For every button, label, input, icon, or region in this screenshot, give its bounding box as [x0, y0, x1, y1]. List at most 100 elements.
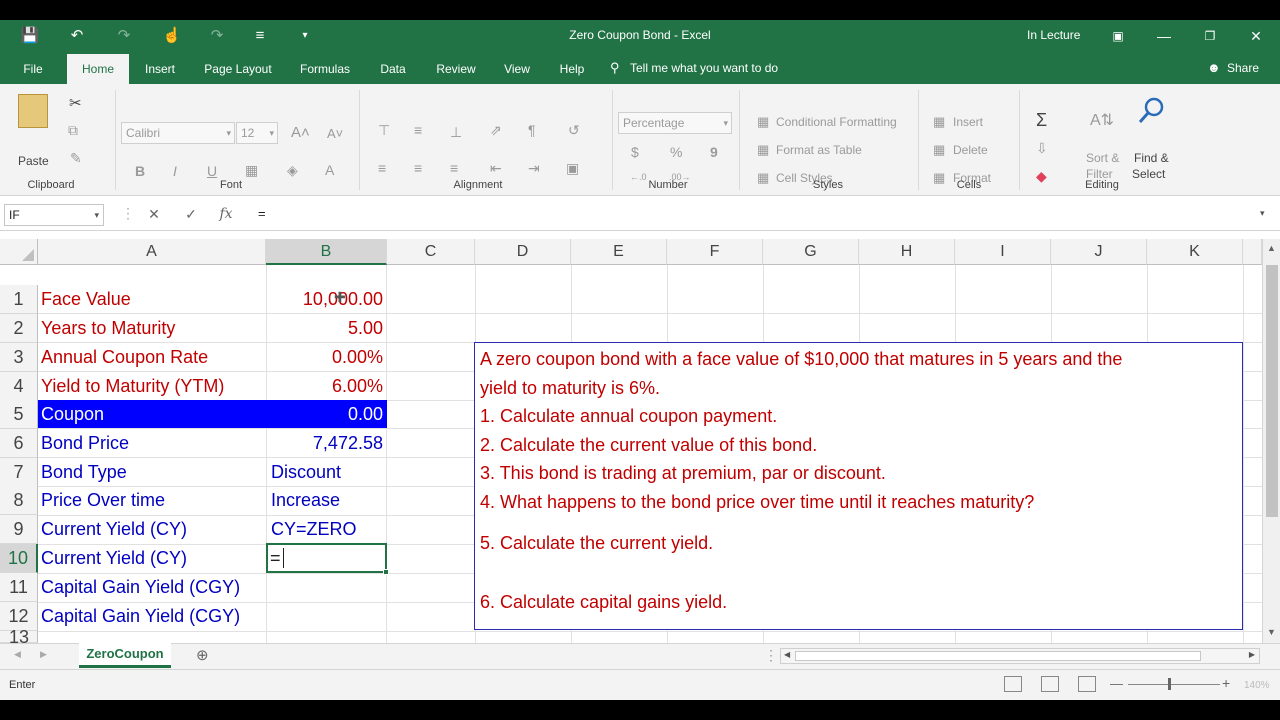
cell-a9[interactable]: Current Yield (CY) — [38, 515, 266, 544]
delete-cells-button[interactable]: Delete — [953, 143, 988, 157]
cell-a4[interactable]: Yield to Maturity (YTM) — [38, 372, 266, 401]
zoom-in-icon[interactable]: + — [1222, 675, 1230, 691]
cell-a6[interactable]: Bond Price — [38, 429, 266, 458]
scroll-left-icon[interactable]: ◀ — [784, 650, 790, 659]
format-painter-icon[interactable]: ✎ — [70, 150, 82, 167]
autosum-icon[interactable]: Σ — [1036, 110, 1047, 131]
cell-a11[interactable]: Capital Gain Yield (CGY) — [38, 573, 266, 602]
font-color-icon[interactable]: A — [325, 162, 334, 178]
number-format-select[interactable]: Percentage ▾ — [618, 112, 732, 134]
currency-button[interactable]: $ — [631, 144, 639, 160]
cell-b7[interactable]: Discount — [268, 458, 387, 487]
cell-b8[interactable]: Increase — [268, 486, 387, 515]
zoom-slider[interactable] — [1128, 684, 1220, 685]
row-header-6[interactable]: 6 — [0, 429, 38, 458]
row-header-10[interactable]: 10 — [0, 544, 38, 573]
cancel-icon[interactable]: ✕ — [144, 206, 164, 223]
format-as-table-button[interactable]: Format as Table — [776, 143, 862, 157]
scroll-down-icon[interactable]: ▼ — [1267, 627, 1276, 637]
questions-textbox[interactable]: A zero coupon bond with a face value of … — [474, 342, 1243, 630]
cell-b11[interactable] — [266, 573, 387, 602]
row-header-13[interactable]: 13 — [0, 627, 38, 647]
tab-home[interactable]: Home — [67, 54, 129, 84]
next-sheet-icon[interactable]: ▶ — [40, 649, 47, 660]
page-layout-view-icon[interactable] — [1041, 676, 1059, 692]
bold-button[interactable]: B — [135, 163, 145, 179]
minimize-icon[interactable]: — — [1146, 24, 1182, 48]
tab-data[interactable]: Data — [370, 52, 416, 84]
fill-color-icon[interactable]: ◈ — [287, 162, 298, 179]
cell-a10[interactable]: Current Yield (CY) — [38, 544, 266, 573]
insert-cells-button[interactable]: Insert — [953, 115, 983, 129]
close-icon[interactable]: ✕ — [1238, 24, 1274, 48]
paste-button[interactable]: Paste — [18, 154, 49, 168]
column-header-d[interactable]: D — [475, 239, 571, 265]
cell-b2[interactable]: 5.00 — [266, 314, 387, 343]
align-left-icon[interactable]: ≡ — [378, 160, 386, 176]
find-select-label[interactable]: Find & — [1134, 151, 1169, 165]
underline-button[interactable]: U — [207, 163, 217, 179]
user-name[interactable]: In Lecture — [1027, 28, 1080, 42]
add-sheet-icon[interactable]: ⊕ — [196, 646, 209, 664]
font-size-select[interactable]: 12 ▾ — [236, 122, 278, 144]
cell-b4[interactable]: 6.00% — [266, 372, 387, 401]
name-box[interactable]: IF ▾ — [4, 204, 104, 226]
scroll-up-icon[interactable]: ▲ — [1267, 243, 1276, 253]
restore-icon[interactable]: ❐ — [1192, 24, 1228, 48]
normal-view-icon[interactable] — [1004, 676, 1022, 692]
select-all-button[interactable] — [0, 239, 38, 265]
cell-b10-edit[interactable]: = — [270, 545, 281, 571]
column-header-h[interactable]: H — [859, 239, 955, 265]
decrease-indent-icon[interactable]: ⇤ — [490, 160, 502, 177]
cell-a7[interactable]: Bond Type — [38, 458, 266, 487]
tell-me-search[interactable]: Tell me what you want to do — [630, 61, 778, 75]
cut-icon[interactable]: ✂ — [69, 94, 82, 112]
horizontal-scroll-thumb[interactable] — [795, 651, 1201, 661]
percent-button[interactable]: % — [670, 144, 682, 160]
row-header-4[interactable]: 4 — [0, 372, 38, 401]
copy-icon[interactable]: ⧉ — [68, 122, 78, 139]
paste-icon[interactable] — [18, 94, 48, 128]
zoom-slider-thumb[interactable] — [1168, 678, 1171, 690]
tab-formulas[interactable]: Formulas — [292, 52, 358, 84]
column-header-e[interactable]: E — [571, 239, 667, 265]
row-header-1[interactable]: 1 — [0, 285, 38, 314]
row-header-3[interactable]: 3 — [0, 343, 38, 372]
cell-a8[interactable]: Price Over time — [38, 486, 266, 515]
zoom-out-icon[interactable]: — — [1110, 676, 1123, 691]
row-header-2[interactable]: 2 — [0, 314, 38, 343]
sort-filter-label[interactable]: Sort & — [1086, 151, 1119, 165]
column-header-i[interactable]: I — [955, 239, 1051, 265]
align-right-icon[interactable]: ≡ — [450, 160, 458, 176]
active-cell-b10[interactable] — [266, 543, 389, 575]
cell-a12[interactable]: Capital Gain Yield (CGY) — [38, 602, 266, 631]
tab-review[interactable]: Review — [428, 52, 484, 84]
column-header-j[interactable]: J — [1051, 239, 1147, 265]
cell-a2[interactable]: Years to Maturity — [38, 314, 266, 343]
select-label[interactable]: Select — [1132, 167, 1165, 181]
worksheet-grid[interactable]: A B C D E F G H I J K 1 2 3 4 5 6 7 8 9 … — [0, 239, 1262, 647]
cell-b5[interactable]: 0.00 — [266, 400, 387, 429]
cell-b1[interactable]: 10,000.00 — [266, 285, 387, 314]
vertical-scrollbar[interactable]: ▲ ▼ — [1262, 239, 1280, 643]
enter-icon[interactable]: ✓ — [181, 206, 201, 223]
row-header-7[interactable]: 7 — [0, 458, 38, 487]
ribbon-display-icon[interactable]: ▣ — [1100, 24, 1136, 48]
row-header-8[interactable]: 8 — [0, 486, 38, 515]
cell-a1[interactable]: Face Value — [38, 285, 266, 314]
cell-b3[interactable]: 0.00% — [266, 343, 387, 372]
row-header-11[interactable]: 11 — [0, 573, 38, 602]
top-align-icon[interactable]: ⊤ — [378, 122, 390, 139]
align-center-icon[interactable]: ≡ — [414, 160, 422, 176]
tab-insert[interactable]: Insert — [136, 52, 184, 84]
tab-help[interactable]: Help — [550, 52, 594, 84]
fill-icon[interactable]: ⇩ — [1036, 140, 1048, 157]
formula-input[interactable]: = — [258, 206, 266, 221]
column-header-l[interactable] — [1243, 239, 1262, 265]
tab-file[interactable]: File — [14, 52, 52, 84]
increase-indent-icon[interactable]: ⇥ — [528, 160, 540, 177]
bottom-align-icon[interactable]: ⊥ — [450, 124, 462, 141]
vertical-scroll-thumb[interactable] — [1266, 265, 1278, 517]
borders-icon[interactable]: ▦ — [245, 162, 258, 179]
italic-button[interactable]: I — [173, 163, 177, 179]
